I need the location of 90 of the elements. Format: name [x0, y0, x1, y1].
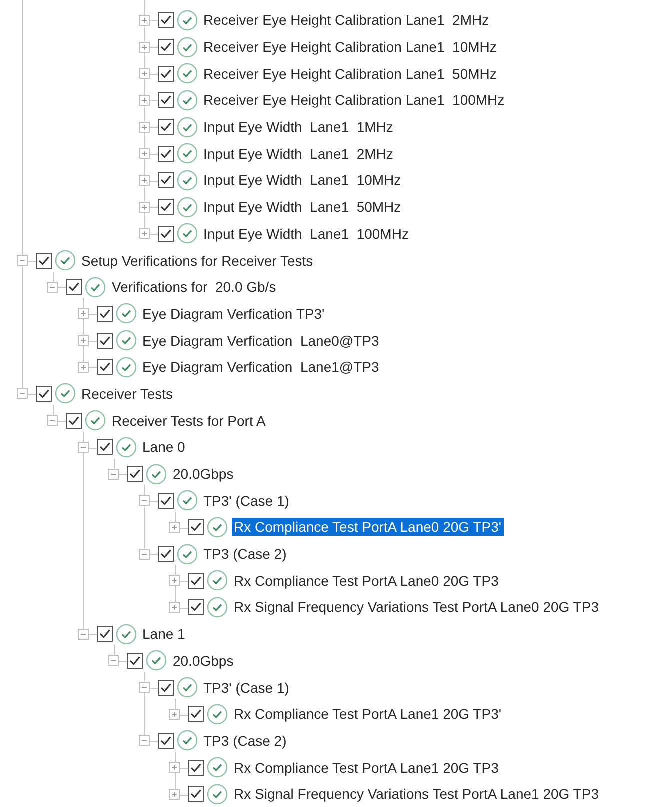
checkbox[interactable] [96, 332, 112, 349]
expand-icon[interactable] [169, 708, 180, 720]
checkbox[interactable] [158, 732, 174, 749]
checkbox[interactable] [36, 386, 52, 402]
tree-item-label[interactable]: Rx Compliance Test PortA Lane1 20G TP3' [232, 705, 504, 724]
tree-item-label[interactable]: 20.0Gbps [171, 465, 236, 484]
checkbox[interactable] [158, 12, 174, 28]
checkbox[interactable] [96, 359, 112, 376]
tree-item-label[interactable]: Receiver Eye Height Calibration Lane1 2MHz [202, 11, 492, 30]
tree-item-label[interactable]: Receiver Tests for Port A [110, 412, 268, 430]
expand-icon[interactable] [138, 148, 150, 160]
checkbox[interactable] [96, 439, 112, 456]
expand-icon[interactable] [169, 762, 180, 774]
checkbox[interactable] [158, 226, 174, 242]
expand-icon[interactable] [169, 575, 180, 586]
tree-item-label[interactable]: Eye Diagram Verfication TP3' [140, 304, 327, 323]
expand-icon[interactable] [138, 94, 150, 106]
checkbox[interactable] [66, 279, 82, 296]
collapse-icon[interactable] [78, 442, 88, 453]
checkbox[interactable] [66, 412, 82, 429]
checkbox[interactable] [127, 652, 143, 669]
expand-icon[interactable] [138, 122, 150, 133]
expand-icon[interactable] [138, 228, 150, 240]
checkbox[interactable] [158, 199, 174, 216]
tree-item-label[interactable]: Receiver Eye Height Calibration Lane1 50MHz [202, 64, 499, 83]
collapse-icon[interactable] [78, 628, 88, 640]
collapse-icon[interactable] [138, 495, 150, 506]
checkbox[interactable] [158, 146, 174, 162]
tree-item-label[interactable]: Input Eye Width Lane1 10MHz [202, 171, 404, 190]
checkbox[interactable] [96, 626, 112, 642]
tree-item-label[interactable]: Rx Signal Frequency Variations Test PortA Lane0 20G TP3 [232, 598, 601, 616]
tree-item-label[interactable]: Receiver Eye Height Calibration Lane1 10MHz [202, 38, 499, 56]
expand-icon[interactable] [138, 174, 150, 186]
tree-item-label[interactable]: TP3 (Case 2) [202, 732, 289, 750]
tree-item-label[interactable]: Eye Diagram Verfication Lane1@TP3 [140, 358, 382, 376]
tree-item-label[interactable]: Lane 1 [140, 625, 188, 644]
tree-item-label[interactable]: Input Eye Width Lane1 50MHz [202, 198, 404, 216]
checkbox[interactable] [158, 92, 174, 108]
tree-item-label[interactable]: TP3' (Case 1) [202, 678, 292, 697]
checkbox[interactable] [96, 306, 112, 322]
collapse-icon[interactable] [47, 282, 58, 293]
checkbox[interactable] [158, 680, 174, 696]
collapse-icon[interactable] [138, 735, 150, 746]
expand-icon[interactable] [138, 14, 150, 26]
collapse-icon[interactable] [16, 255, 28, 266]
tree-item-label[interactable]: Rx Compliance Test PortA Lane0 20G TP3' [232, 518, 504, 536]
checkbox[interactable] [188, 519, 204, 536]
tree-item-label[interactable]: Eye Diagram Verfication Lane0@TP3 [140, 332, 382, 350]
tree-item-label[interactable]: Receiver Tests [80, 384, 176, 403]
expand-icon[interactable] [78, 335, 88, 346]
tree-item-label[interactable]: Receiver Eye Height Calibration Lane1 100MHz [202, 91, 507, 110]
checkbox[interactable] [158, 39, 174, 56]
tree-item-label[interactable]: Rx Compliance Test PortA Lane1 20G TP3 [232, 758, 501, 777]
collapse-icon[interactable] [138, 548, 150, 560]
checkbox[interactable] [188, 706, 204, 722]
expand-icon[interactable] [78, 308, 88, 320]
expand-icon[interactable] [78, 362, 88, 373]
collapse-icon[interactable] [108, 468, 119, 480]
tree-item-label[interactable]: Input Eye Width Lane1 100MHz [202, 224, 411, 243]
expand-icon[interactable] [138, 202, 150, 213]
expand-icon[interactable] [169, 522, 180, 533]
checkbox[interactable] [188, 760, 204, 776]
tree-item-label[interactable]: Rx Compliance Test PortA Lane0 20G TP3 [232, 572, 501, 590]
tree-item-label[interactable]: 20.0Gbps [171, 652, 236, 670]
collapse-icon[interactable] [47, 415, 58, 426]
expand-icon[interactable] [169, 788, 180, 800]
tree-item-label[interactable]: Input Eye Width Lane1 1MHz [202, 118, 396, 136]
expand-icon[interactable] [138, 68, 150, 80]
expand-icon[interactable] [138, 42, 150, 53]
checkbox[interactable] [36, 252, 52, 269]
collapse-icon[interactable] [138, 682, 150, 694]
tree-item-label[interactable]: Setup Verifications for Receiver Tests [80, 252, 316, 270]
tree-item-label[interactable]: Lane 0 [140, 438, 188, 456]
collapse-icon[interactable] [108, 655, 119, 666]
tree-item-label[interactable]: Verifications for 20.0 Gb/s [110, 278, 278, 296]
checkbox[interactable] [158, 172, 174, 188]
checkbox[interactable] [158, 119, 174, 136]
tree-item-label[interactable]: Input Eye Width Lane1 2MHz [202, 144, 396, 163]
checkbox[interactable] [188, 572, 204, 589]
checkbox[interactable] [188, 599, 204, 616]
checkbox[interactable] [127, 466, 143, 482]
checkbox[interactable] [158, 492, 174, 509]
tree-item-label[interactable]: Rx Signal Frequency Variations Test PortA Lane1 20G TP3 [232, 785, 601, 804]
expand-icon[interactable] [169, 602, 180, 613]
checkbox[interactable] [158, 66, 174, 82]
checkbox[interactable] [188, 786, 204, 802]
collapse-icon[interactable] [16, 388, 28, 400]
checkbox[interactable] [158, 546, 174, 562]
tree-item-label[interactable]: TP3 (Case 2) [202, 545, 289, 564]
tree-item-label[interactable]: TP3' (Case 1) [202, 492, 292, 510]
